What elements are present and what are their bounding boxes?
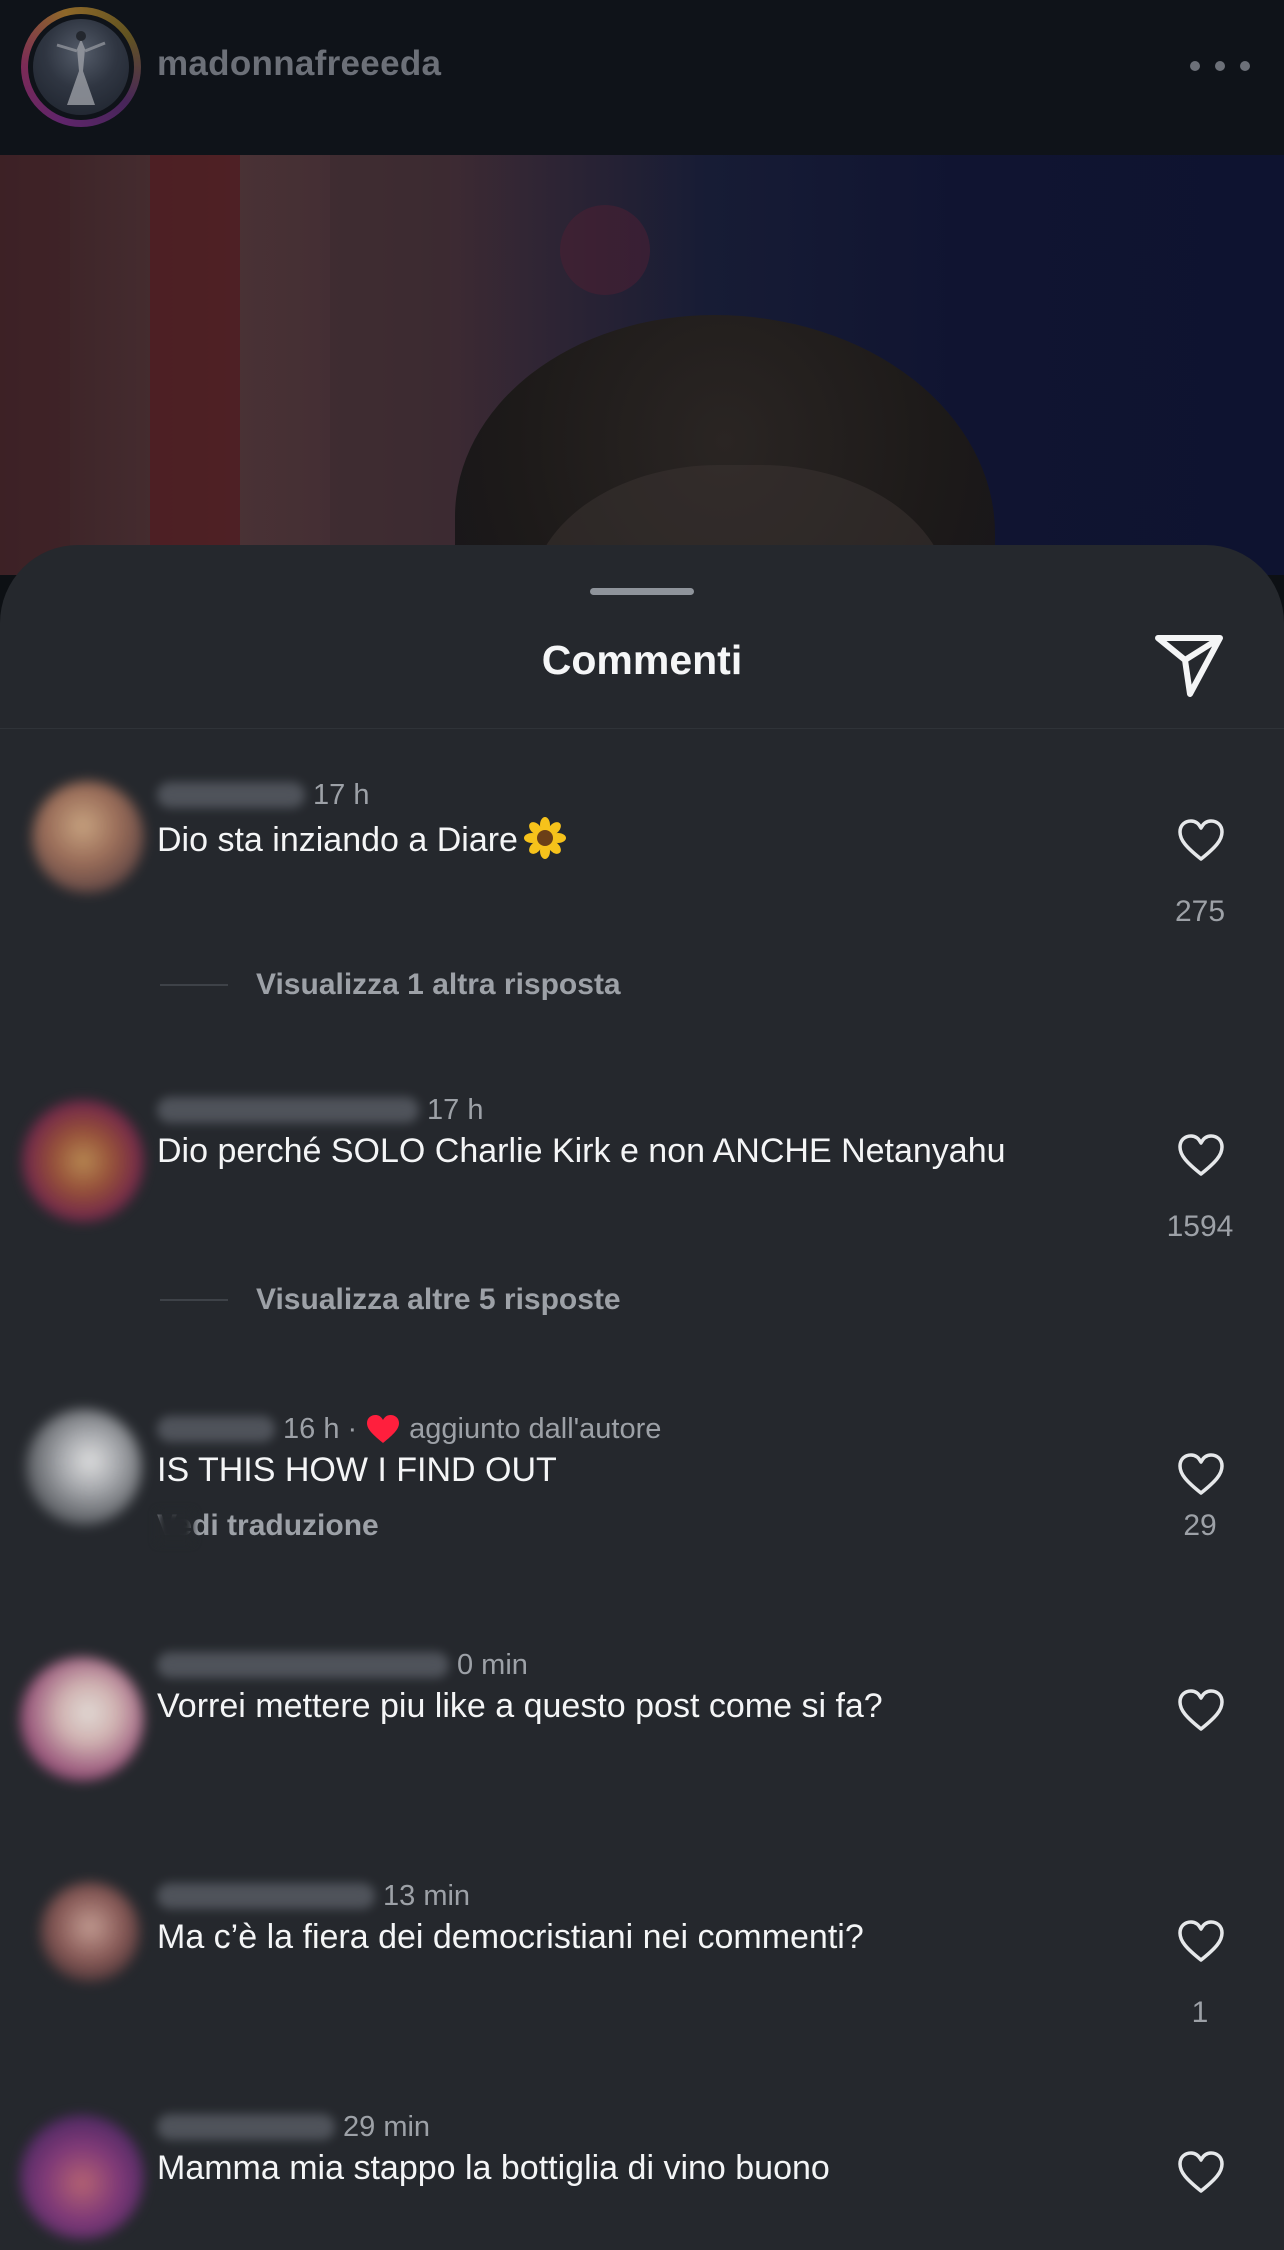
- comment-text: Dio sta inziando a Diare: [157, 817, 566, 860]
- comment-time: 16 h ·: [283, 1412, 358, 1445]
- author-liked-heart-icon: [367, 1415, 400, 1443]
- comment-time: 17 h: [313, 778, 370, 811]
- comments-sheet: Commenti 17 h Dio sta inziando a Diare 2…: [0, 545, 1284, 2250]
- comment-text: Ma c’è la fiera dei democristiani nei co…: [157, 1918, 864, 1956]
- post-image: [0, 155, 1284, 575]
- commenter-avatar[interactable]: [22, 1100, 144, 1222]
- heart-like-icon[interactable]: [1176, 1687, 1226, 1733]
- sheet-title: Commenti: [541, 637, 743, 683]
- post-username[interactable]: madonnafreeeda: [157, 44, 441, 84]
- commenter-avatar[interactable]: [40, 1882, 140, 1982]
- see-translation-button[interactable]: Vedi traduzione: [157, 1509, 379, 1543]
- avatar-image: [33, 19, 129, 115]
- profile-avatar[interactable]: [21, 7, 141, 127]
- comment-text: Dio perché SOLO Charlie Kirk e non ANCHE…: [157, 1132, 1006, 1170]
- heart-like-icon[interactable]: [1176, 1451, 1226, 1497]
- commenter-username[interactable]: [157, 782, 305, 808]
- like-count: 29: [1183, 1509, 1217, 1542]
- heart-like-icon[interactable]: [1176, 1132, 1226, 1178]
- heart-like-icon[interactable]: [1176, 1918, 1226, 1964]
- comment-time: 0 min: [457, 1648, 528, 1681]
- like-count: 1594: [1166, 1210, 1234, 1243]
- comment-time: 29 min: [343, 2110, 431, 2143]
- commenter-username[interactable]: [157, 1416, 275, 1442]
- view-replies-button[interactable]: Visualizza 1 altra risposta: [160, 965, 621, 1005]
- comment-time: 13 min: [383, 1879, 471, 1912]
- heart-like-icon[interactable]: [1176, 2149, 1226, 2195]
- send-icon[interactable]: [1152, 630, 1226, 700]
- comment-text: IS THIS HOW I FIND OUT: [157, 1451, 557, 1489]
- commenter-username[interactable]: [157, 1652, 449, 1678]
- post-header: madonnafreeeda: [0, 0, 1284, 155]
- comment-text: Vorrei mettere piu like a questo post co…: [157, 1687, 883, 1725]
- more-horizontal-icon[interactable]: [1190, 52, 1250, 80]
- view-replies-button[interactable]: Visualizza altre 5 risposte: [160, 1280, 621, 1320]
- like-count: 1: [1191, 1996, 1209, 2029]
- author-badge: aggiunto dall'autore: [409, 1412, 662, 1445]
- commenter-avatar[interactable]: [26, 1409, 142, 1525]
- commenter-avatar[interactable]: [20, 1657, 144, 1781]
- commenter-avatar[interactable]: [20, 2115, 144, 2239]
- commenter-avatar[interactable]: [32, 781, 144, 893]
- commenter-username[interactable]: [157, 1883, 375, 1909]
- comment-text: Mamma mia stappo la bottiglia di vino bu…: [157, 2149, 830, 2187]
- heart-like-icon[interactable]: [1176, 817, 1226, 863]
- commenter-username[interactable]: [157, 1097, 419, 1123]
- sheet-divider: [0, 728, 1284, 729]
- commenter-username[interactable]: [157, 2114, 335, 2140]
- like-count: 275: [1174, 895, 1226, 928]
- sheet-grabber[interactable]: [590, 588, 694, 595]
- sunflower-emoji-icon: [523, 817, 566, 859]
- comment-time: 17 h: [427, 1093, 484, 1126]
- screen: madonnafreeeda Commenti 17 h Dio sta inz…: [0, 0, 1284, 2250]
